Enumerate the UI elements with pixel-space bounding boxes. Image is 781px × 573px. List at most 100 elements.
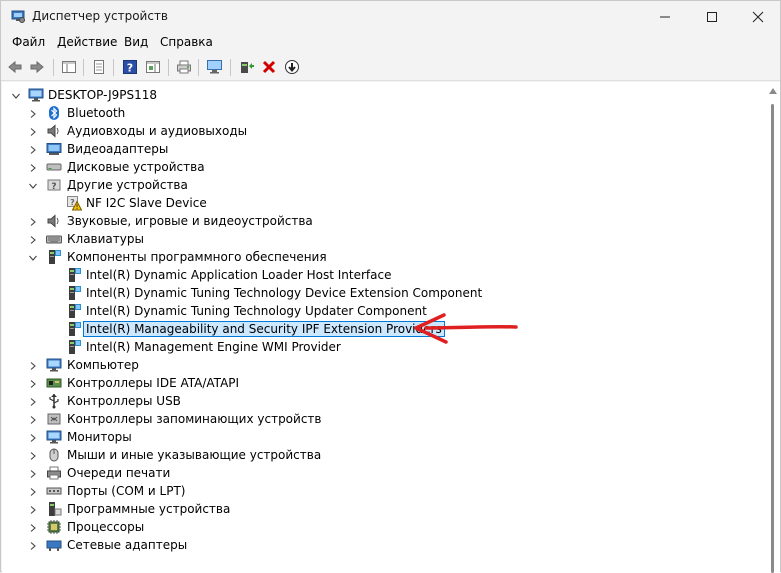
download-driver-button[interactable] [282,57,302,77]
tree-node[interactable]: Сетевые адаптеры [2,536,762,554]
tree-node-label[interactable]: Intel(R) Dynamic Application Loader Host… [84,268,393,282]
device-tree[interactable]: DESKTOP-J9PS118 Bluetooth Аудиовходы и ауд… [2,82,766,573]
menu-file[interactable]: Файл [12,35,45,49]
chevron-right-icon[interactable] [28,468,38,478]
uninstall-device-button[interactable] [259,57,279,77]
tree-node-label[interactable]: Видеоадаптеры [65,142,170,156]
chevron-right-icon[interactable] [28,378,38,388]
tree-node[interactable]: Звуковые, игровые и видеоустройства [2,212,762,230]
properties-button[interactable] [89,57,109,77]
chevron-down-icon[interactable] [28,252,38,262]
tree-node-label[interactable]: Сетевые адаптеры [65,538,189,552]
tree-node-label[interactable]: Дисковые устройства [65,160,207,174]
tree-node[interactable]: Intel(R) Management Engine WMI Provider [2,338,762,356]
scroll-up-icon[interactable] [769,88,777,94]
arrow-left-icon [8,60,22,74]
chevron-down-icon[interactable] [11,90,21,100]
selected-tree-node-label[interactable]: Intel(R) Manageability and Security IPF … [83,321,445,337]
keyboard-icon [46,231,62,247]
action-pane-button[interactable] [143,57,163,77]
chevron-right-icon[interactable] [28,234,38,244]
scan-hardware-changes-button[interactable] [205,57,225,77]
tree-node-label[interactable]: Компьютер [65,358,141,372]
tree-node-label[interactable]: Звуковые, игровые и видеоустройства [65,214,315,228]
tree-node[interactable]: Контроллеры запоминающих устройств [2,410,762,428]
tree-node-label[interactable]: Контроллеры IDE ATA/ATAPI [65,376,241,390]
tree-node[interactable]: Bluetooth [2,104,762,122]
tree-node[interactable]: Клавиатуры [2,230,762,248]
vertical-scrollbar[interactable] [766,82,780,573]
toolbar-separator [83,59,84,76]
forward-button[interactable] [27,57,47,77]
chevron-right-icon[interactable] [28,414,38,424]
chevron-right-icon[interactable] [28,216,38,226]
tree-node[interactable]: Мыши и иные указывающие устройства [2,446,762,464]
menu-view[interactable]: Вид [124,35,148,49]
tree-node-label[interactable]: Контроллеры запоминающих устройств [65,412,323,426]
tree-node-label[interactable]: Intel(R) Management Engine WMI Provider [84,340,343,354]
tree-node[interactable]: Видеоадаптеры [2,140,762,158]
arrow-right-icon [30,60,44,74]
tree-node[interactable]: DESKTOP-J9PS118 [2,86,762,104]
tree-node-label[interactable]: DESKTOP-J9PS118 [46,88,159,102]
tree-node[interactable]: ? NF I2C Slave Device [2,194,762,212]
tree-node-label[interactable]: Bluetooth [65,106,127,120]
update-driver-button[interactable] [236,57,256,77]
tree-node[interactable]: Мониторы [2,428,762,446]
tree-node-label[interactable]: Мониторы [65,430,134,444]
chevron-right-icon[interactable] [28,360,38,370]
tree-node-label[interactable]: Компоненты программного обеспечения [65,250,329,264]
tree-node[interactable]: Аудиовходы и аудиовыходы [2,122,762,140]
tree-node-label[interactable]: Клавиатуры [65,232,146,246]
tree-node-label[interactable]: Очереди печати [65,466,172,480]
tree-node[interactable]: Intel(R) Dynamic Tuning Technology Devic… [2,284,762,302]
chevron-right-icon[interactable] [28,504,38,514]
show-hide-console-tree-button[interactable] [59,57,79,77]
chevron-right-icon[interactable] [28,432,38,442]
tree-node[interactable]: Компьютер [2,356,762,374]
tree-node[interactable]: Контроллеры IDE ATA/ATAPI [2,374,762,392]
tree-node[interactable]: Порты (COM и LPT) [2,482,762,500]
tree-node-label[interactable]: Мыши и иные указывающие устройства [65,448,323,462]
tree-node[interactable]: Процессоры [2,518,762,536]
tree-node[interactable]: Дисковые устройства [2,158,762,176]
maximize-button[interactable] [689,1,735,32]
tree-node-label[interactable]: Контроллеры USB [65,394,183,408]
tree-node[interactable]: ? Другие устройства [2,176,762,194]
tree-node[interactable]: Очереди печати [2,464,762,482]
menu-help[interactable]: Справка [160,35,213,49]
chevron-right-icon[interactable] [28,126,38,136]
help-icon: ? [123,60,137,75]
minimize-button[interactable] [642,1,688,32]
chevron-right-icon[interactable] [28,522,38,532]
tree-node[interactable]: Intel(R) Dynamic Application Loader Host… [2,266,762,284]
chevron-right-icon[interactable] [28,540,38,550]
tree-node-label[interactable]: Intel(R) Dynamic Tuning Technology Devic… [84,286,484,300]
scroll-thumb[interactable] [771,104,774,573]
title-bar[interactable]: Диспетчер устройств [1,1,780,32]
help-button[interactable]: ? [120,57,140,77]
tree-node-label[interactable]: Процессоры [65,520,146,534]
chevron-right-icon[interactable] [28,108,38,118]
print-button[interactable] [174,57,194,77]
tree-node-label[interactable]: Аудиовходы и аудиовыходы [65,124,249,138]
chevron-right-icon[interactable] [28,396,38,406]
chevron-down-icon[interactable] [28,180,38,190]
chevron-right-icon[interactable] [28,144,38,154]
tree-node-label[interactable]: Другие устройства [65,178,190,192]
tree-node[interactable]: Intel(R) Manageability and Security IPF … [2,320,762,338]
tree-node-label[interactable]: Intel(R) Dynamic Tuning Technology Updat… [84,304,429,318]
close-button[interactable] [735,1,781,32]
chevron-right-icon[interactable] [28,162,38,172]
back-button[interactable] [5,57,25,77]
tree-node[interactable]: Компоненты программного обеспечения [2,248,762,266]
chevron-right-icon[interactable] [28,450,38,460]
tree-node[interactable]: Intel(R) Dynamic Tuning Technology Updat… [2,302,762,320]
tree-node-label[interactable]: Программные устройства [65,502,232,516]
tree-node-label[interactable]: Порты (COM и LPT) [65,484,187,498]
tree-node[interactable]: Контроллеры USB [2,392,762,410]
menu-action[interactable]: Действие [57,35,117,49]
tree-node[interactable]: Программные устройства [2,500,762,518]
tree-node-label[interactable]: NF I2C Slave Device [84,196,209,210]
chevron-right-icon[interactable] [28,486,38,496]
